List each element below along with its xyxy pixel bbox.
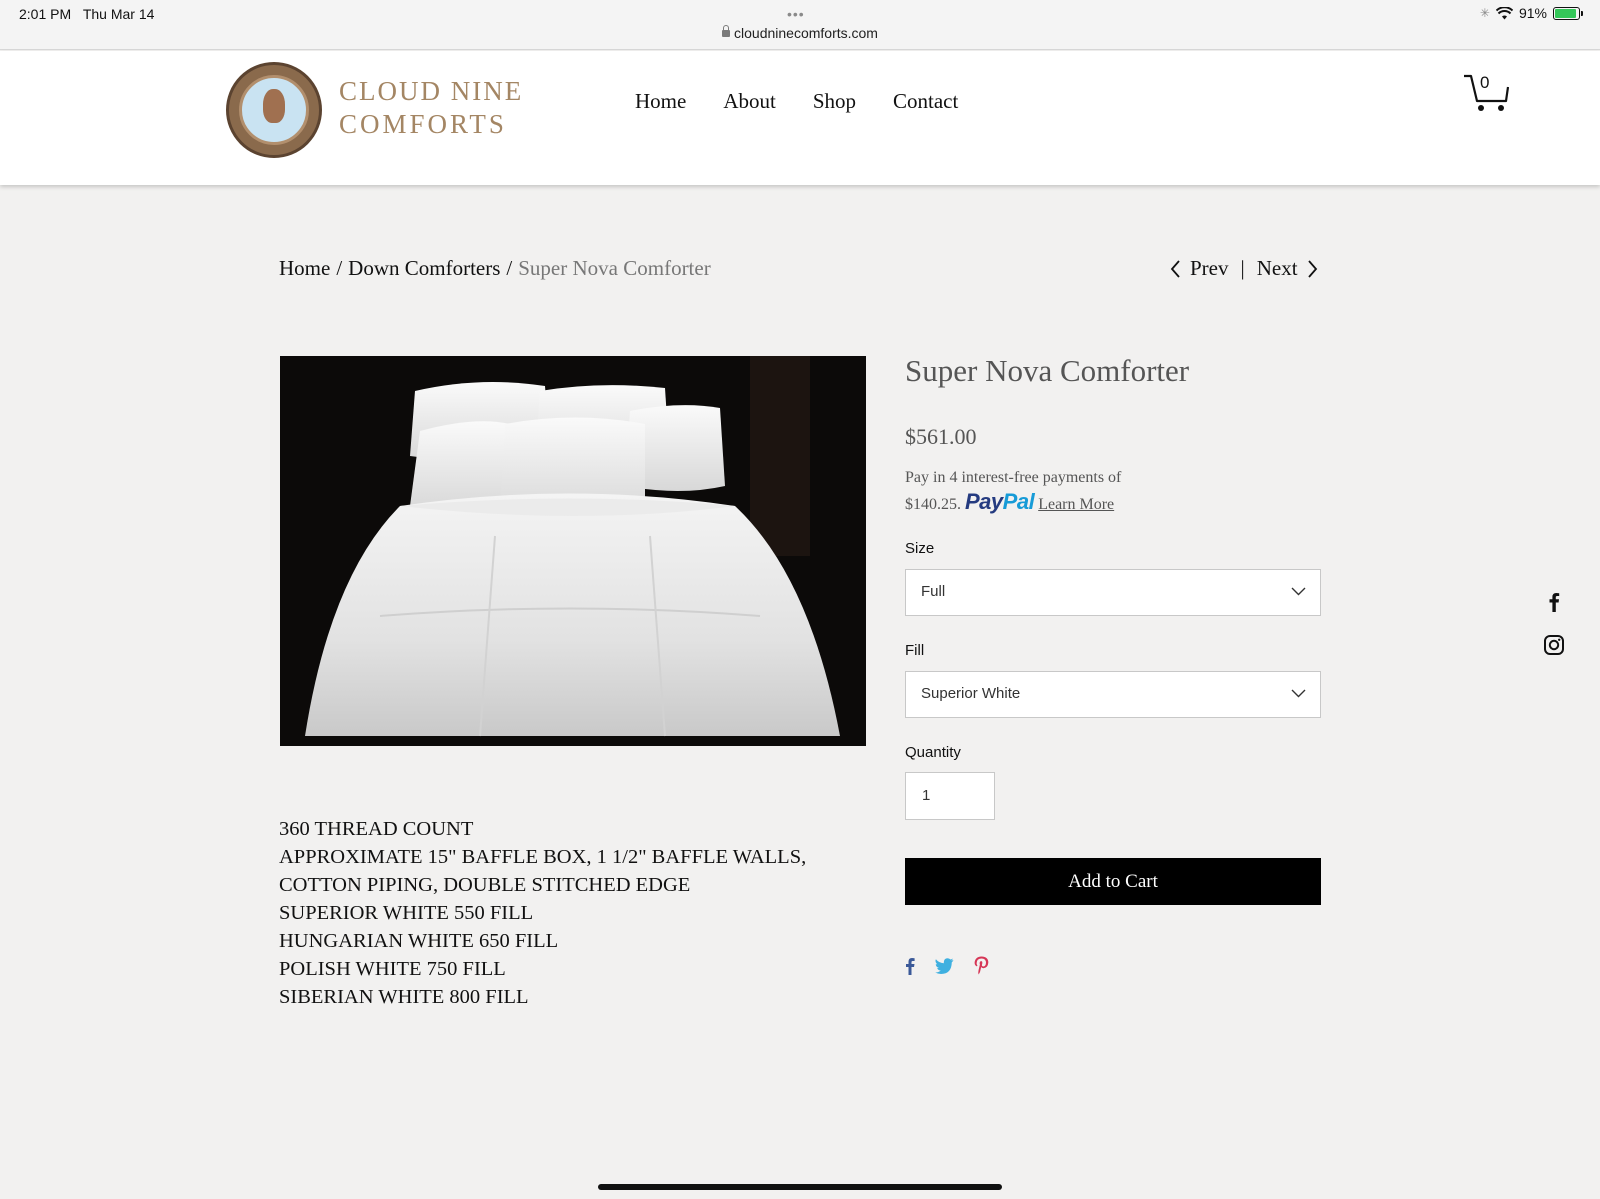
chevron-right-icon[interactable] [1307,259,1318,278]
chevron-down-icon [1291,587,1306,596]
breadcrumb-current: Super Nova Comforter [518,256,711,280]
wifi-icon [1495,6,1513,19]
breadcrumb-separator: / [506,256,513,280]
cart-count[interactable]: 0 [1480,73,1489,93]
fill-select-value: Superior White [921,685,1021,702]
breadcrumb-separator: / [336,256,343,280]
size-select[interactable]: Full [905,569,1321,616]
product-image[interactable] [280,356,866,746]
add-to-cart-button[interactable]: Add to Cart [905,858,1321,905]
paypal-amount: $140.25. [905,496,961,513]
status-time: 2:01 PM Thu Mar 14 [19,6,154,22]
product-title: Super Nova Comforter [905,353,1190,388]
size-select-value: Full [921,583,946,600]
product-price: $561.00 [905,424,977,449]
battery-percent: 91% [1518,5,1547,21]
pager-divider: | [1240,256,1245,280]
home-indicator[interactable] [598,1184,1002,1190]
facebook-icon[interactable] [905,957,915,975]
social-links [1543,590,1565,656]
paypal-logo-pal: Pal [1002,489,1035,514]
logo-emblem[interactable] [226,62,322,158]
paypal-message: Pay in 4 interest-free payments of $140.… [905,466,1121,517]
description-line: HUNGARIAN WHITE 650 FILL [279,930,559,952]
url-text: cloudninecomforts.com [734,25,878,41]
more-dots-icon[interactable]: ••• [787,6,805,22]
url-bar[interactable]: cloudninecomforts.com [0,25,1600,41]
battery-icon [1553,6,1583,20]
logo-line-2: COMFORTS [339,109,507,139]
nav-shop[interactable]: Shop [813,89,856,114]
description-line: SIBERIAN WHITE 800 FILL [279,986,529,1008]
paypal-line-1: Pay in 4 interest-free payments of [905,469,1122,486]
fill-label: Fill [905,642,925,659]
main-nav: Home About Shop Contact [635,89,995,114]
learn-more-link[interactable]: Learn More [1038,496,1114,513]
twitter-icon[interactable] [935,957,954,974]
status-indicators: ✳ 91% [1479,5,1583,21]
nav-contact[interactable]: Contact [893,89,958,114]
description-line: POLISH WHITE 750 FILL [279,958,506,980]
pinterest-icon[interactable] [974,956,989,975]
facebook-icon[interactable] [1543,590,1565,612]
paypal-logo-pay: Pay [965,489,1003,514]
logo-text[interactable]: CLOUD NINE COMFORTS [339,75,523,141]
breadcrumb: Home / Down Comforters / Super Nova Comforte… [279,256,711,281]
product-pager: Prev | Next [1170,256,1318,281]
fill-select[interactable]: Superior White [905,671,1321,718]
breadcrumb-home[interactable]: Home [279,256,330,280]
logo-line-1: CLOUD NINE [339,76,524,106]
chevron-down-icon [1291,689,1306,698]
time-text: 2:01 PM [19,6,72,22]
description-line: APPROXIMATE 15" BAFFLE BOX, 1 1/2" BAFFL… [279,846,807,868]
quantity-label: Quantity [905,744,961,761]
product-description: 360 THREAD COUNT APPROXIMATE 15" BAFFLE … [279,815,806,1011]
lock-icon [722,25,731,37]
date-text: Thu Mar 14 [82,6,155,22]
site-header: CLOUD NINE COMFORTS Home About Shop Cont… [0,51,1600,185]
instagram-icon[interactable] [1543,634,1565,656]
activity-icon: ✳ [1479,6,1490,20]
description-line: SUPERIOR WHITE 550 FILL [279,902,534,924]
quantity-input[interactable]: 1 [905,772,995,820]
nav-home[interactable]: Home [635,89,686,114]
chevron-left-icon[interactable] [1170,259,1181,278]
paypal-logo: PayPal [965,489,1035,514]
breadcrumb-category[interactable]: Down Comforters [348,256,500,280]
cherub-icon [263,89,285,123]
nav-about[interactable]: About [723,89,776,114]
description-line: COTTON PIPING, DOUBLE STITCHED EDGE [279,874,691,896]
next-link[interactable]: Next [1257,256,1298,281]
size-label: Size [905,540,935,557]
prev-link[interactable]: Prev [1190,256,1229,281]
description-line: 360 THREAD COUNT [279,818,474,840]
comforter-photo [280,356,866,746]
status-bar: 2:01 PM Thu Mar 14 ••• cloudninecomforts… [0,0,1600,50]
share-bar [905,956,989,975]
